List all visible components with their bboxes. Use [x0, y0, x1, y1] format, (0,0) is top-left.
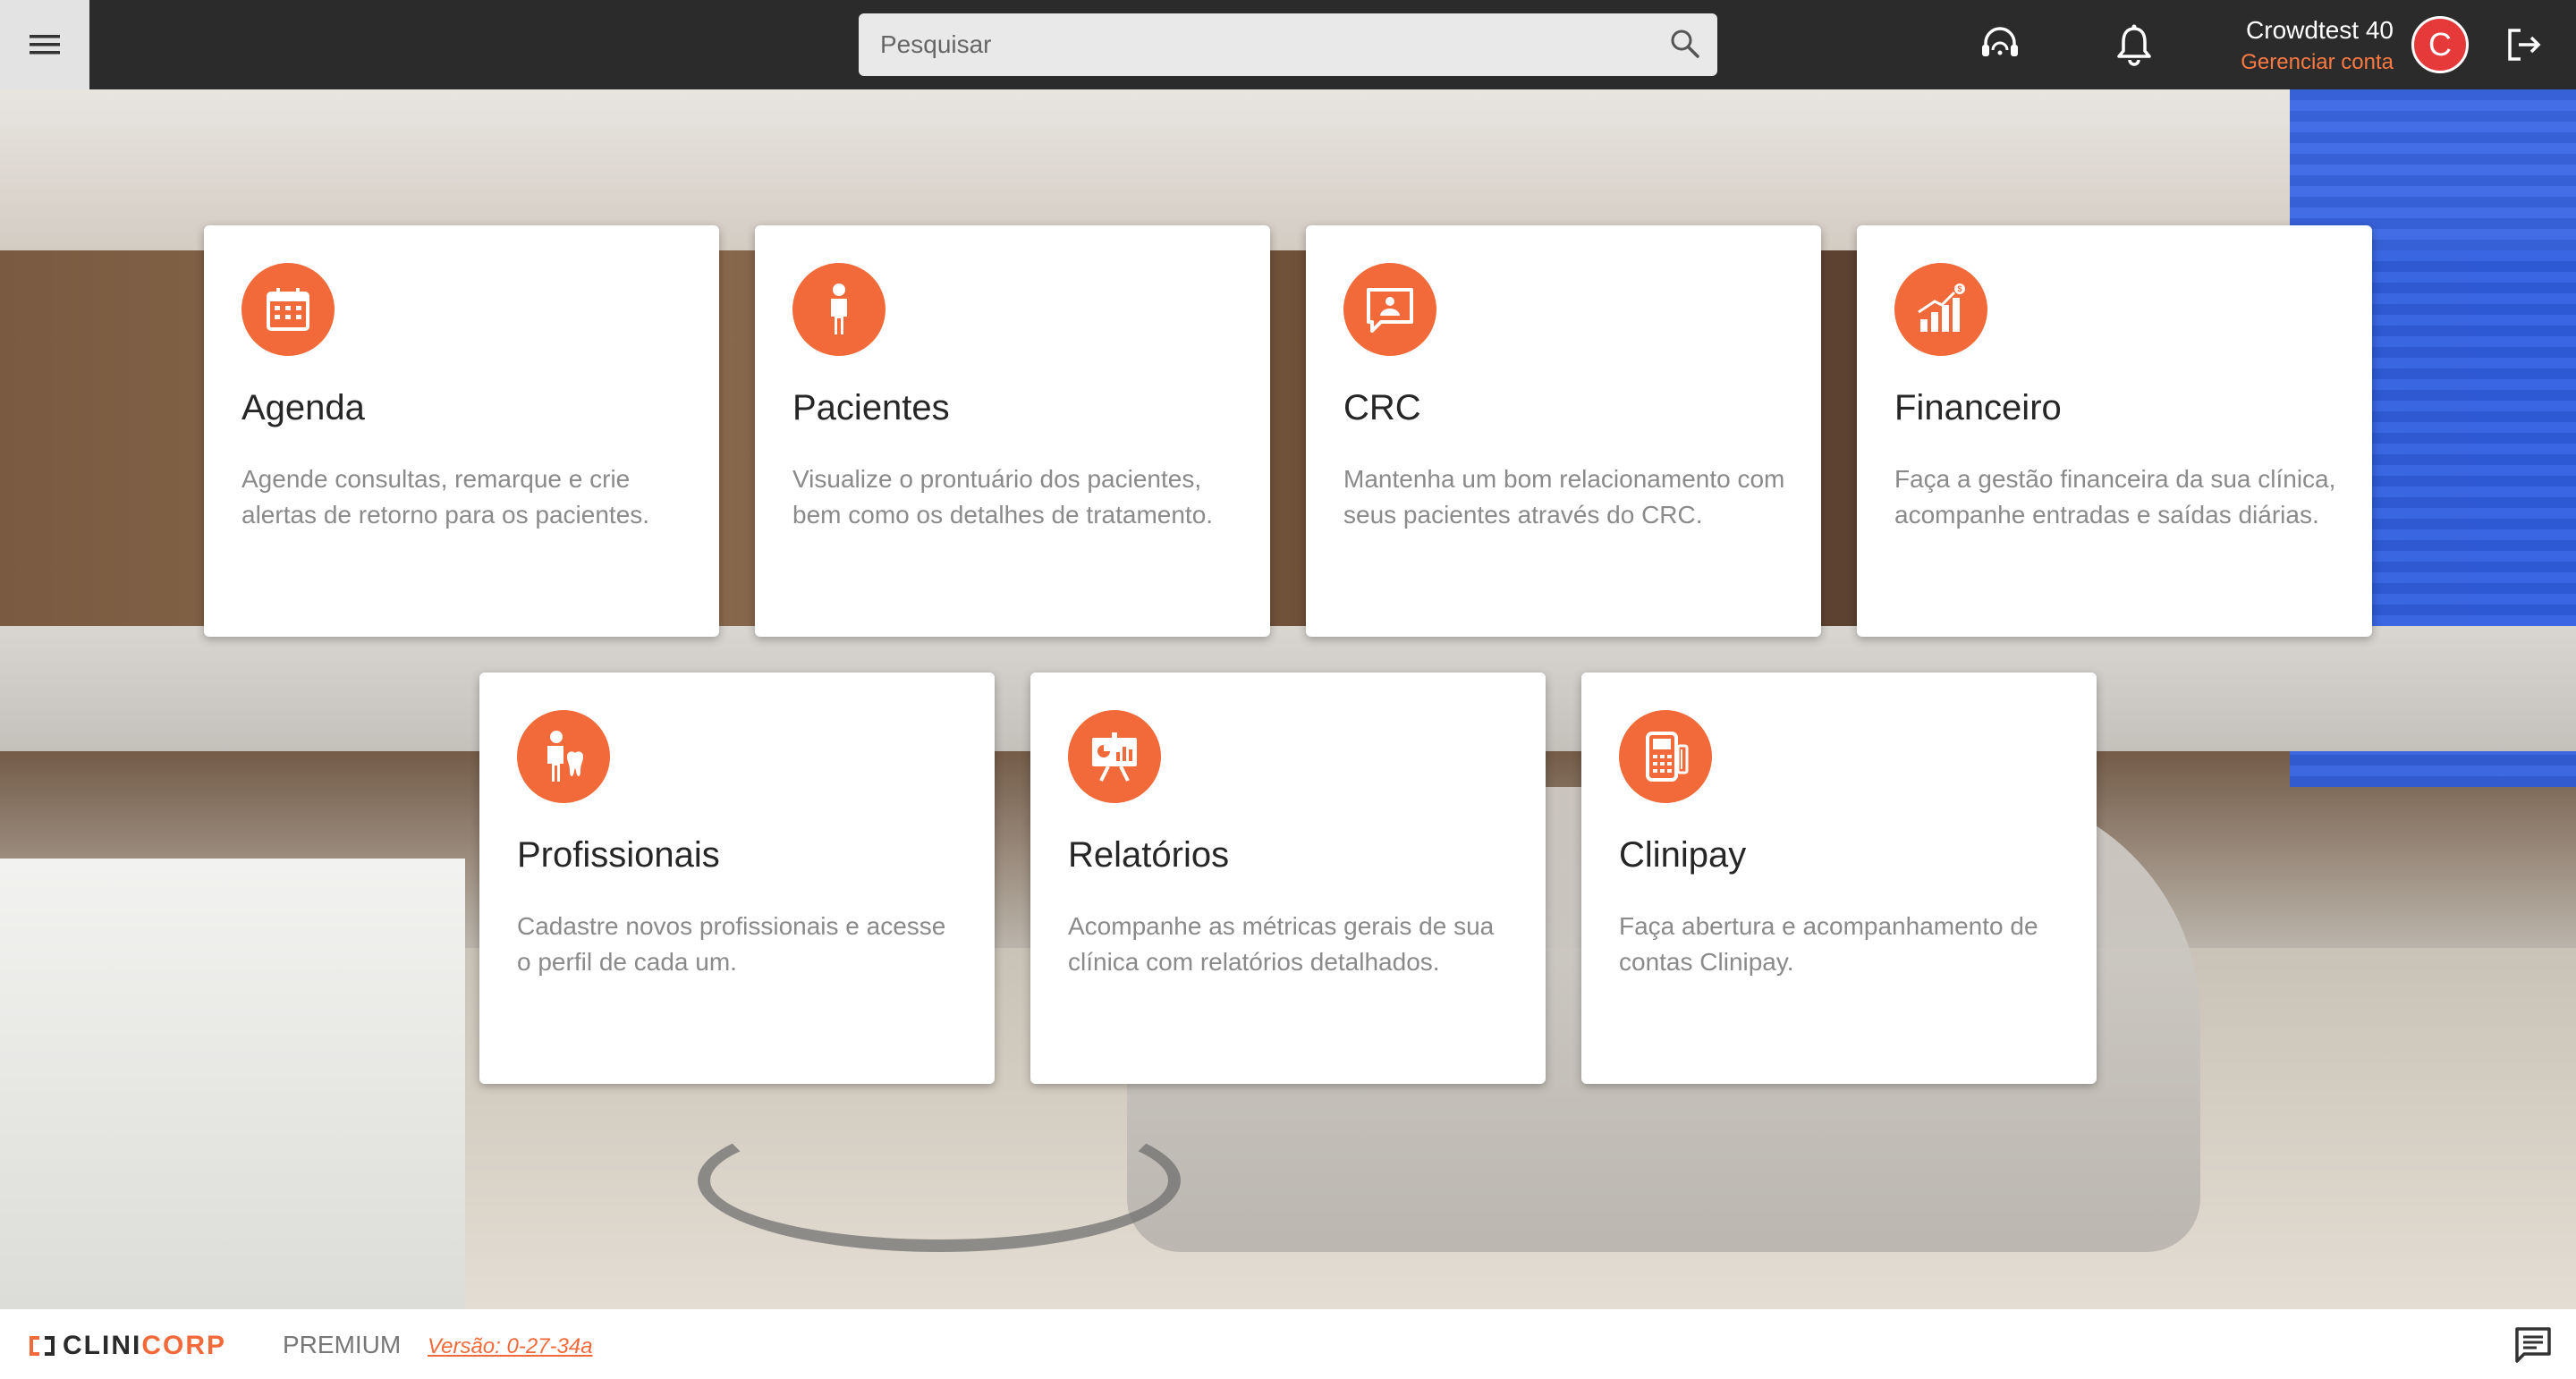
- logout-button[interactable]: [2499, 20, 2549, 70]
- card-clinipay[interactable]: Clinipay Faça abertura e acompanhamento …: [1581, 673, 2097, 1084]
- card-crc[interactable]: CRC Mantenha um bom relacionamento com s…: [1306, 225, 1821, 637]
- card-title: Clinipay: [1619, 835, 1747, 875]
- card-description: Mantenha um bom relacionamento com seus …: [1343, 465, 1785, 529]
- logo-mark-icon: [30, 1336, 55, 1356]
- card-pacientes[interactable]: Pacientes Visualize o prontuário dos pac…: [755, 225, 1270, 637]
- support-headset-icon: [1982, 27, 2018, 56]
- card-title: CRC: [1343, 388, 1421, 427]
- card-machine-icon: [1619, 710, 1712, 803]
- logo-text-clini: CLINI: [63, 1331, 142, 1360]
- top-bar: Crowdtest 40 Gerenciar conta C: [0, 0, 2576, 89]
- user-name: Crowdtest 40: [2246, 16, 2394, 44]
- card-description: Faça a gestão financeira da sua clínica,…: [1894, 465, 2336, 529]
- bell-icon: [2117, 24, 2151, 66]
- support-button[interactable]: [1975, 20, 2025, 70]
- card-financeiro[interactable]: $ Financeiro Faça a gestão financeira da…: [1857, 225, 2372, 637]
- card-title: Profissionais: [517, 835, 720, 875]
- version-link[interactable]: Versão: 0-27-34a: [428, 1334, 593, 1359]
- card-description: Agende consultas, remarque e crie alerta…: [242, 465, 650, 529]
- notifications-button[interactable]: [2109, 20, 2159, 70]
- card-description: Visualize o prontuário dos pacientes, be…: [792, 465, 1214, 529]
- search-box: [859, 13, 1717, 76]
- dentist-icon: [517, 710, 610, 803]
- avatar[interactable]: C: [2411, 16, 2469, 73]
- clinicorp-logo: CLINICORP: [29, 1331, 226, 1361]
- logo-text-corp: CORP: [141, 1331, 227, 1360]
- card-relatorios[interactable]: Relatórios Acompanhe as métricas gerais …: [1030, 673, 1546, 1084]
- footer: CLINICORP PREMIUM Versão: 0-27-34a: [0, 1309, 2576, 1379]
- chat-person-icon: [1343, 263, 1436, 356]
- card-description: Acompanhe as métricas gerais de sua clín…: [1068, 912, 1495, 976]
- calendar-icon: [242, 263, 335, 356]
- card-title: Pacientes: [792, 388, 950, 427]
- plan-label: PREMIUM: [283, 1331, 402, 1358]
- growth-chart-icon: $: [1894, 263, 1987, 356]
- chat-button[interactable]: [2510, 1322, 2556, 1368]
- logout-icon: [2508, 29, 2541, 61]
- manage-account-link[interactable]: Gerenciar conta: [2241, 50, 2394, 75]
- card-title: Relatórios: [1068, 835, 1230, 875]
- svg-text:$: $: [1957, 284, 1962, 293]
- chat-icon: [2515, 1327, 2551, 1363]
- card-title: Financeiro: [1894, 388, 2062, 427]
- card-profissionais[interactable]: Profissionais Cadastre novos profissiona…: [479, 673, 995, 1084]
- search-icon[interactable]: [1669, 28, 1701, 64]
- search-input[interactable]: [859, 13, 1646, 76]
- card-agenda[interactable]: Agenda Agende consultas, remarque e crie…: [204, 225, 719, 637]
- card-description: Cadastre novos profissionais e acesse o …: [517, 912, 946, 976]
- menu-icon: [30, 35, 60, 55]
- person-icon: [792, 263, 886, 356]
- card-title: Agenda: [242, 388, 365, 427]
- presentation-icon: [1068, 710, 1161, 803]
- card-description: Faça abertura e acompanhamento de contas…: [1619, 912, 2038, 976]
- menu-button[interactable]: [0, 0, 89, 89]
